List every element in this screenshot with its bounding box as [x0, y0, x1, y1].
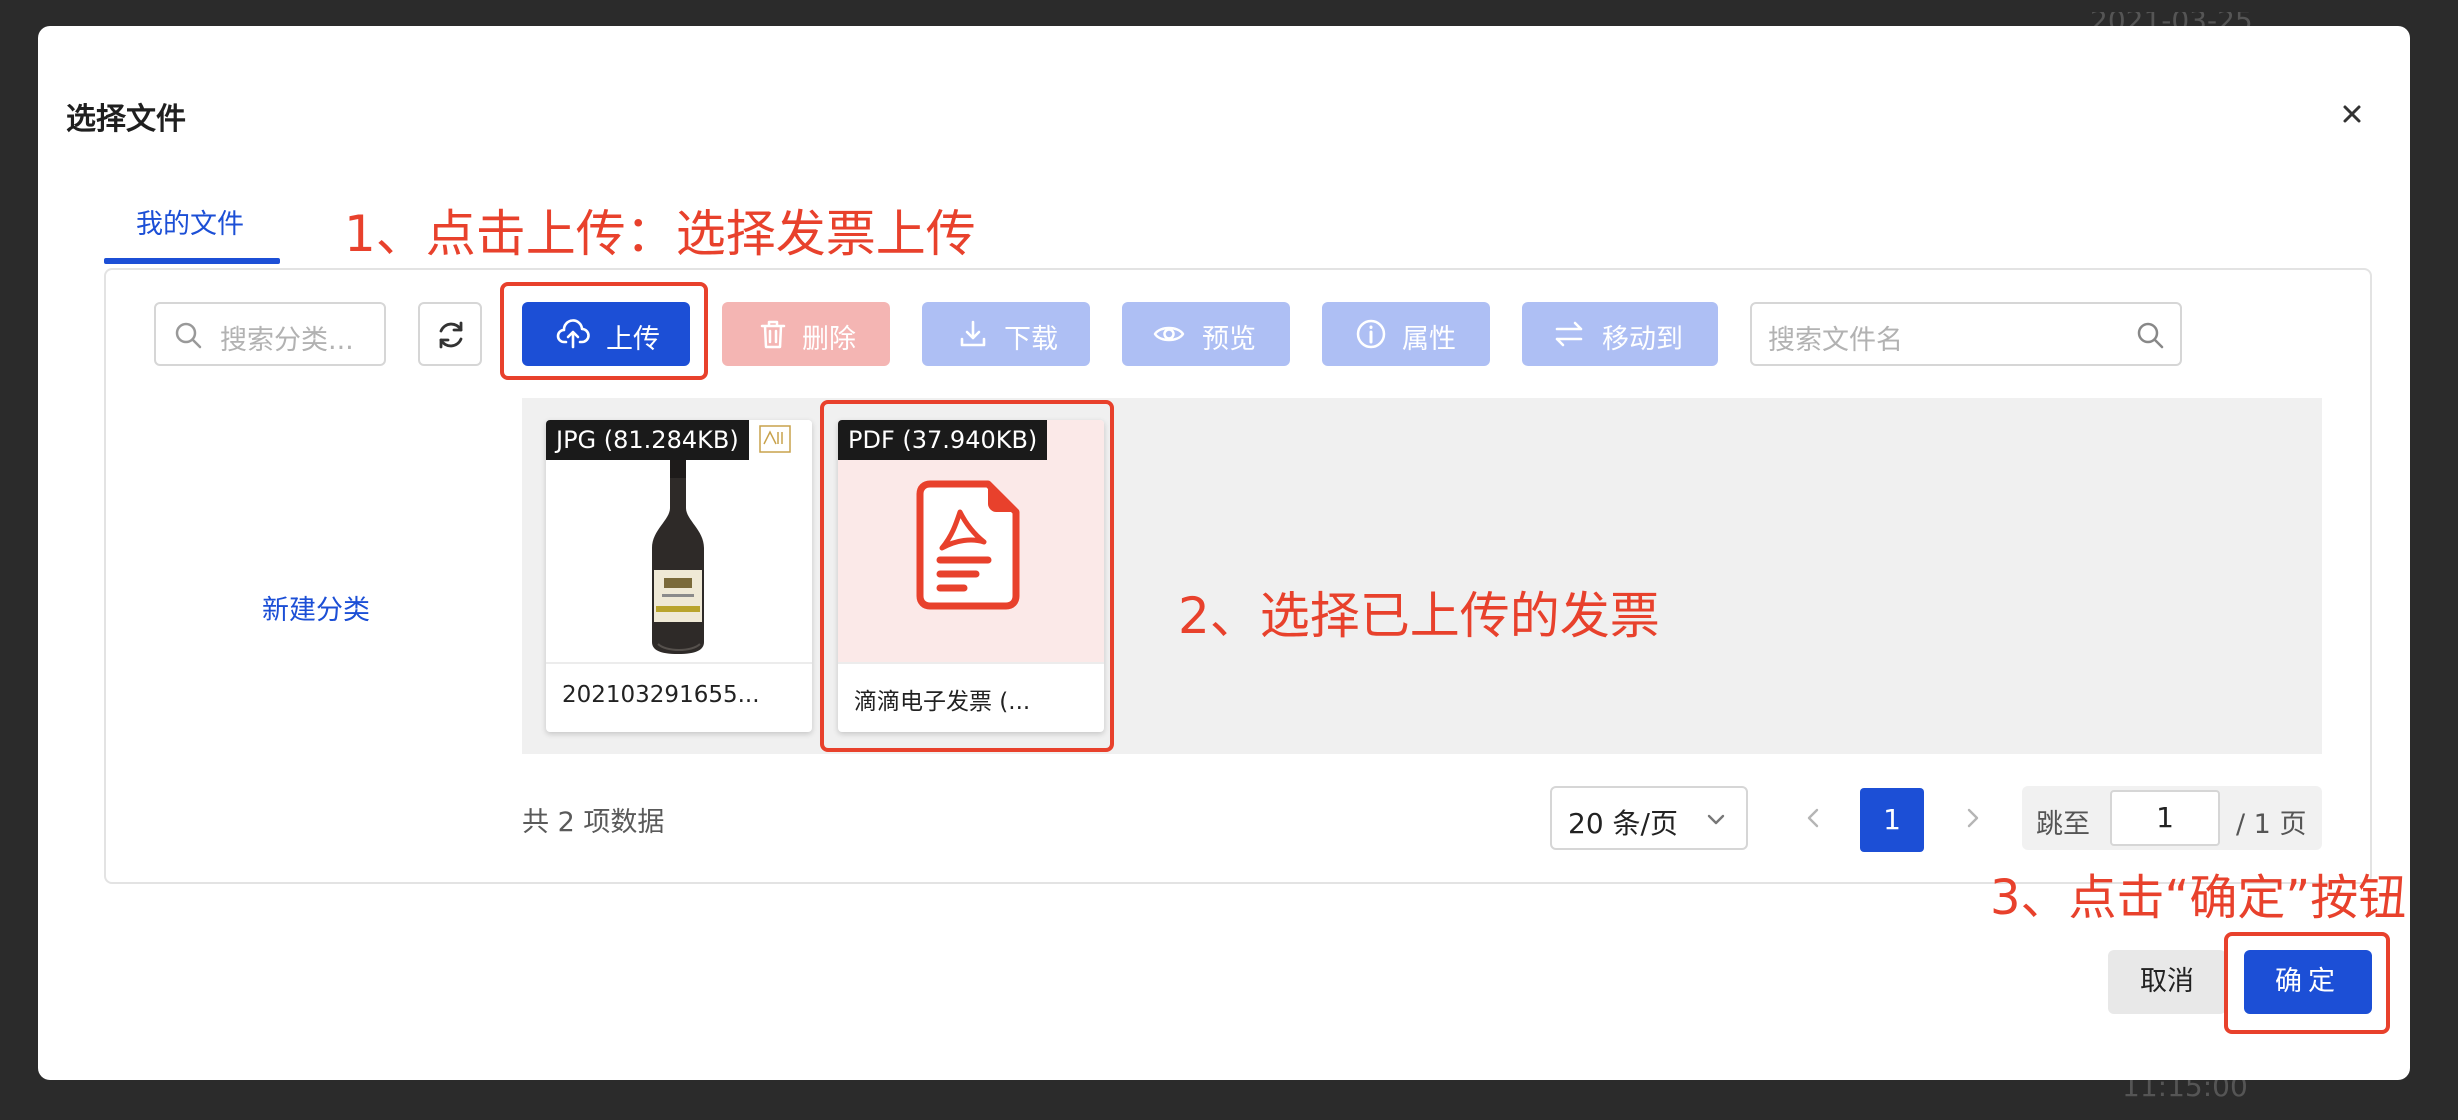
annotation-step-3: 3、点击“确定”按钮	[1990, 870, 2407, 926]
page-size-value: 20 条/页	[1568, 807, 1678, 840]
page-jumper: 跳至 1 / 1 页	[2022, 786, 2322, 850]
close-button[interactable]	[2334, 96, 2370, 132]
jump-page-input[interactable]: 1	[2110, 790, 2220, 846]
properties-label: 属性	[1402, 324, 1456, 355]
upload-button[interactable]: 上传	[522, 302, 690, 366]
file-search-placeholder: 搜索文件名	[1768, 325, 1903, 356]
file-type-size-badge: PDF (37.940KB)	[838, 420, 1048, 460]
search-icon[interactable]	[2134, 319, 2166, 351]
info-icon	[1356, 319, 1386, 349]
category-search-placeholder: 搜索分类...	[220, 325, 354, 356]
properties-button[interactable]: 属性	[1322, 302, 1490, 366]
eye-icon	[1153, 326, 1185, 342]
delete-button[interactable]: 删除	[722, 302, 890, 366]
jump-suffix: / 1 页	[2236, 809, 2307, 840]
move-to-button[interactable]: 移动到	[1522, 302, 1718, 366]
preview-button[interactable]: 预览	[1122, 302, 1290, 366]
dialog-title: 选择文件	[66, 102, 186, 137]
card-divider	[838, 662, 1104, 664]
preview-label: 预览	[1202, 324, 1256, 355]
chevron-left-icon[interactable]	[1796, 800, 1832, 836]
new-category-link[interactable]: 新建分类	[262, 588, 370, 627]
jump-prefix: 跳至	[2036, 809, 2090, 840]
confirm-button[interactable]: 确定	[2244, 950, 2372, 1014]
cloud-upload-icon	[556, 319, 590, 349]
file-name: 202103291655...	[562, 682, 760, 708]
pdf-file-icon	[916, 480, 1020, 610]
file-type-size-badge: JPG (81.284KB)	[546, 420, 749, 460]
annotation-step-2: 2、选择已上传的发票	[1178, 587, 1660, 645]
page-number-button[interactable]: 1	[1860, 788, 1924, 852]
cancel-button[interactable]: 取消	[2108, 950, 2226, 1014]
refresh-button[interactable]	[418, 302, 482, 366]
download-label: 下载	[1004, 324, 1058, 355]
swap-arrows-icon	[1555, 321, 1583, 347]
file-name-search-input[interactable]: 搜索文件名	[1750, 302, 2182, 366]
card-divider	[546, 662, 812, 664]
page-size-select[interactable]: 20 条/页	[1550, 786, 1748, 850]
chevron-down-icon	[1707, 814, 1725, 825]
upload-label: 上传	[606, 324, 660, 355]
category-search-input[interactable]: 搜索分类...	[154, 302, 386, 366]
delete-label: 删除	[802, 324, 856, 355]
download-icon	[960, 320, 986, 347]
file-card-jpg[interactable]: JPG (81.284KB) 202103291655...	[546, 420, 812, 732]
active-tab-indicator	[104, 258, 280, 264]
search-icon	[175, 322, 202, 349]
tab-my-files[interactable]: 我的文件	[104, 180, 280, 266]
trash-icon	[760, 320, 786, 349]
refresh-icon	[439, 321, 463, 349]
move-to-label: 移动到	[1602, 324, 1683, 355]
total-count: 共 2 项数据	[522, 807, 665, 838]
close-icon[interactable]	[2334, 96, 2370, 132]
file-name: 滴滴电子发票 (...	[854, 689, 1031, 715]
annotation-step-1: 1、点击上传：选择发票上传	[344, 205, 976, 263]
tab-label: 我的文件	[136, 209, 244, 240]
chevron-right-icon[interactable]	[1954, 800, 1990, 836]
file-card-pdf[interactable]: PDF (37.940KB) 滴滴电子发票 (...	[838, 420, 1104, 732]
download-button[interactable]: 下载	[922, 302, 1090, 366]
